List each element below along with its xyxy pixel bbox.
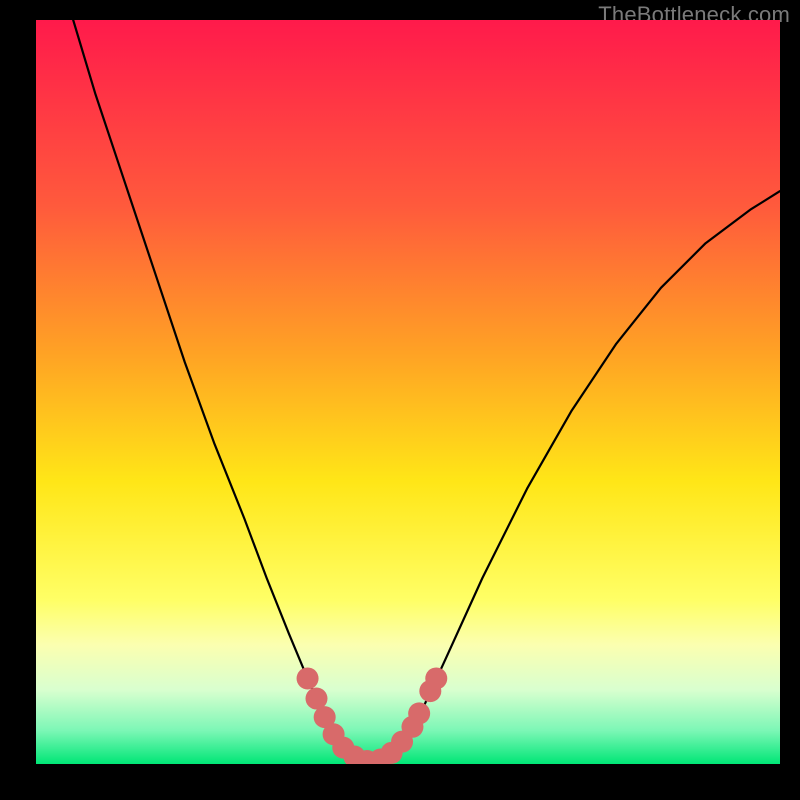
highlighted-bottom-dots-dot — [297, 667, 319, 689]
gradient-background — [36, 20, 780, 764]
bottleneck-chart — [36, 20, 780, 764]
highlighted-bottom-dots-dot — [408, 702, 430, 724]
chart-frame: TheBottleneck.com — [0, 0, 800, 800]
plot-area — [36, 20, 780, 764]
highlighted-bottom-dots-dot — [425, 667, 447, 689]
